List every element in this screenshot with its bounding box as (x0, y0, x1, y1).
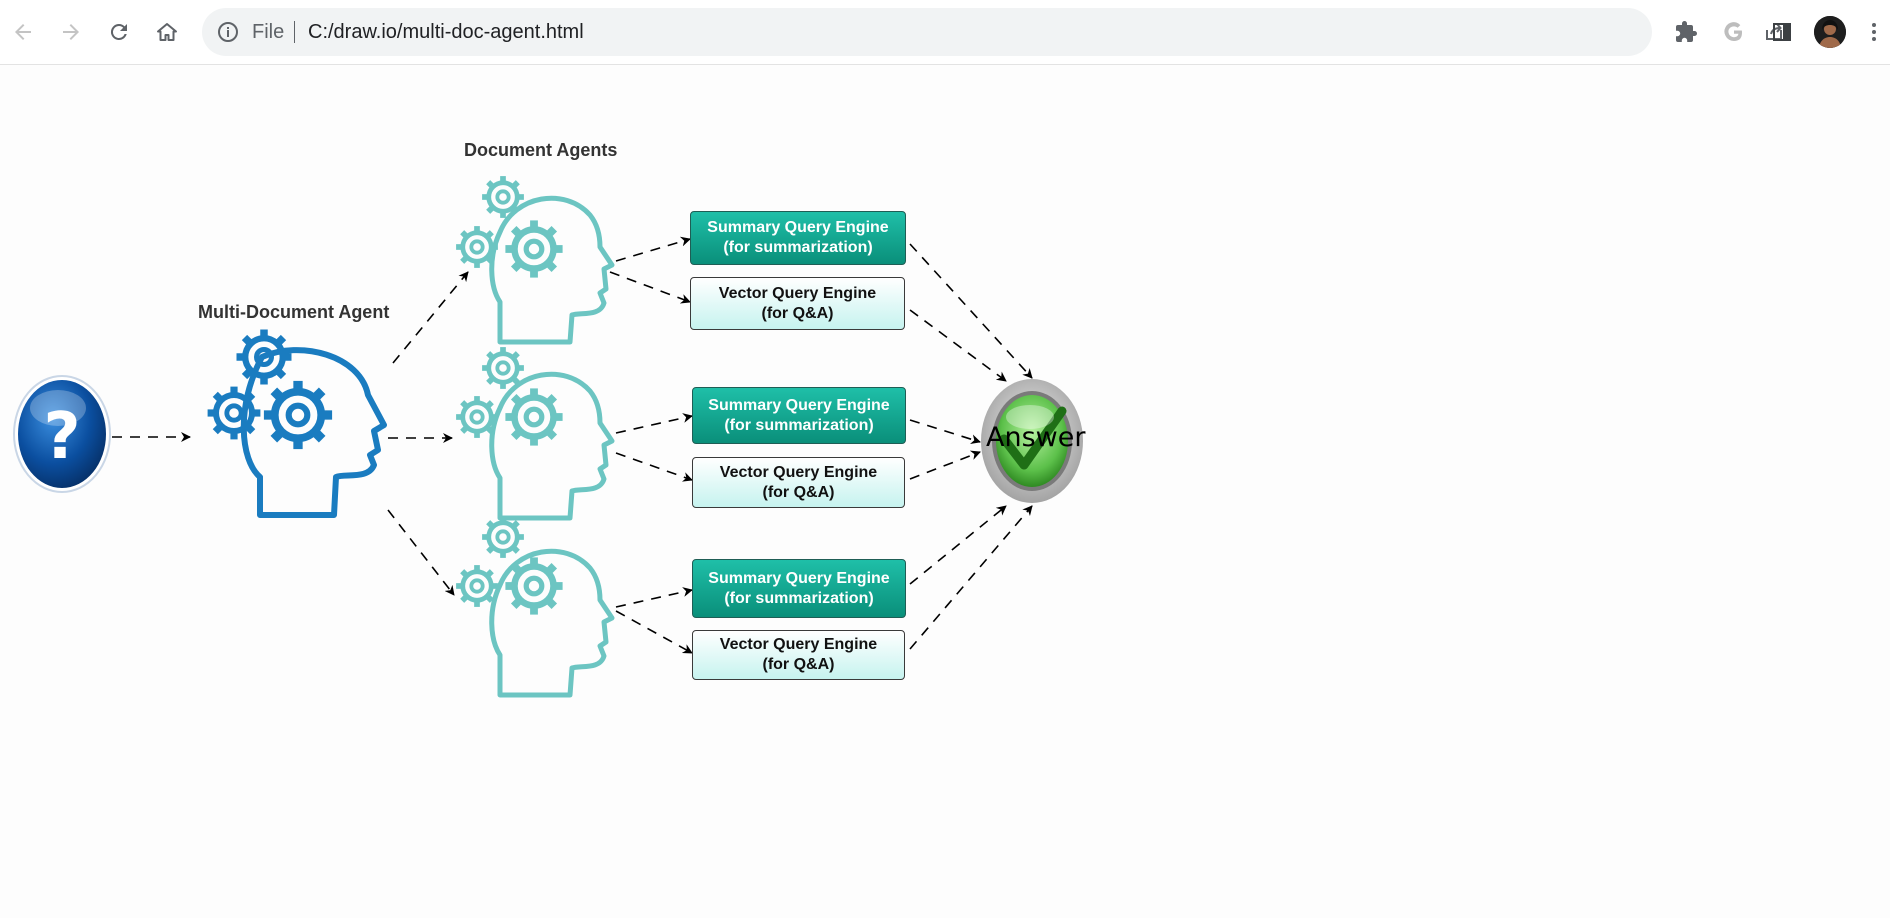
side-panel-icon[interactable] (1764, 14, 1800, 50)
arrow-vector1-to-answer (909, 309, 1007, 382)
diagram-canvas: ? Multi-Document Agent Document Agents S… (0, 65, 1890, 918)
home-icon[interactable] (149, 14, 185, 50)
vector-engine-subtitle: (for Q&A) (762, 656, 835, 673)
vector-engine-title: Vector Query Engine (719, 636, 878, 653)
menu-icon[interactable] (1862, 14, 1886, 50)
arrow-multi-to-agent1 (392, 271, 469, 364)
url-text[interactable]: C:/draw.io/multi-doc-agent.html (308, 20, 584, 44)
arrow-vector2-to-answer (909, 450, 981, 480)
arrow-agent2-to-vector (615, 452, 693, 482)
reload-icon[interactable] (101, 14, 137, 50)
summary-engine-subtitle: (for summarization) (724, 589, 874, 607)
profile-avatar[interactable] (1814, 16, 1846, 48)
vector-engine-box-2[interactable]: Vector Query Engine (for Q&A) (692, 457, 905, 508)
multi-agent-label: Multi-Document Agent (198, 302, 390, 322)
scheme-label: File (252, 21, 285, 43)
arrow-agent1-to-vector (609, 271, 691, 304)
summary-engine-title: Summary Query Engine (708, 569, 890, 587)
summary-engine-box-2[interactable]: Summary Query Engine (for summarization) (692, 387, 906, 444)
arrow-agent3-to-vector (615, 610, 693, 654)
question-icon: ? (13, 375, 111, 493)
arrow-summary2-to-answer (909, 419, 981, 445)
back-icon[interactable] (5, 14, 41, 50)
browser-toolbar: File C:/draw.io/multi-doc-agent.html (0, 0, 1890, 65)
vector-engine-subtitle: (for Q&A) (761, 304, 834, 322)
document-agent-icon-3 (456, 516, 612, 695)
forward-icon[interactable] (53, 14, 89, 50)
summary-engine-subtitle: (for summarization) (723, 239, 873, 256)
google-icon[interactable] (1716, 14, 1752, 50)
summary-engine-box-1[interactable]: Summary Query Engine (for summarization) (690, 211, 906, 265)
arrow-agent3-to-summary (615, 587, 693, 608)
arrow-summary1-to-answer (909, 243, 1033, 379)
extensions-icon[interactable] (1668, 14, 1704, 50)
question-glyph: ? (43, 400, 80, 474)
info-icon[interactable] (216, 20, 240, 44)
diagram-drawing: ? (13, 65, 1083, 918)
document-agent-icon-2 (456, 347, 612, 518)
document-agent-icon-1 (456, 176, 612, 342)
address-bar[interactable]: File C:/draw.io/multi-doc-agent.html (202, 8, 1838, 56)
arrow-agent2-to-summary (615, 413, 693, 434)
arrow-multi-to-agent3 (387, 509, 455, 596)
vector-engine-title: Vector Query Engine (719, 463, 878, 481)
summary-engine-subtitle: (for summarization) (724, 416, 874, 434)
vector-engine-subtitle: (for Q&A) (762, 483, 835, 501)
separator (294, 21, 295, 43)
answer-label: Answer (986, 422, 1086, 453)
summary-engine-title: Summary Query Engine (707, 219, 889, 236)
summary-engine-title: Summary Query Engine (708, 396, 890, 414)
arrow-agent1-to-summary (615, 236, 691, 262)
multi-agent-icon (208, 330, 387, 518)
vector-engine-box-1[interactable]: Vector Query Engine (for Q&A) (690, 277, 905, 330)
arrow-vector3-to-answer (909, 505, 1033, 650)
arrow-summary3-to-answer (909, 505, 1007, 585)
document-agents-label: Document Agents (464, 140, 618, 160)
vector-engine-title: Vector Query Engine (718, 284, 877, 302)
vector-engine-box-3[interactable]: Vector Query Engine (for Q&A) (692, 630, 905, 680)
summary-engine-box-3[interactable]: Summary Query Engine (for summarization) (692, 559, 906, 618)
